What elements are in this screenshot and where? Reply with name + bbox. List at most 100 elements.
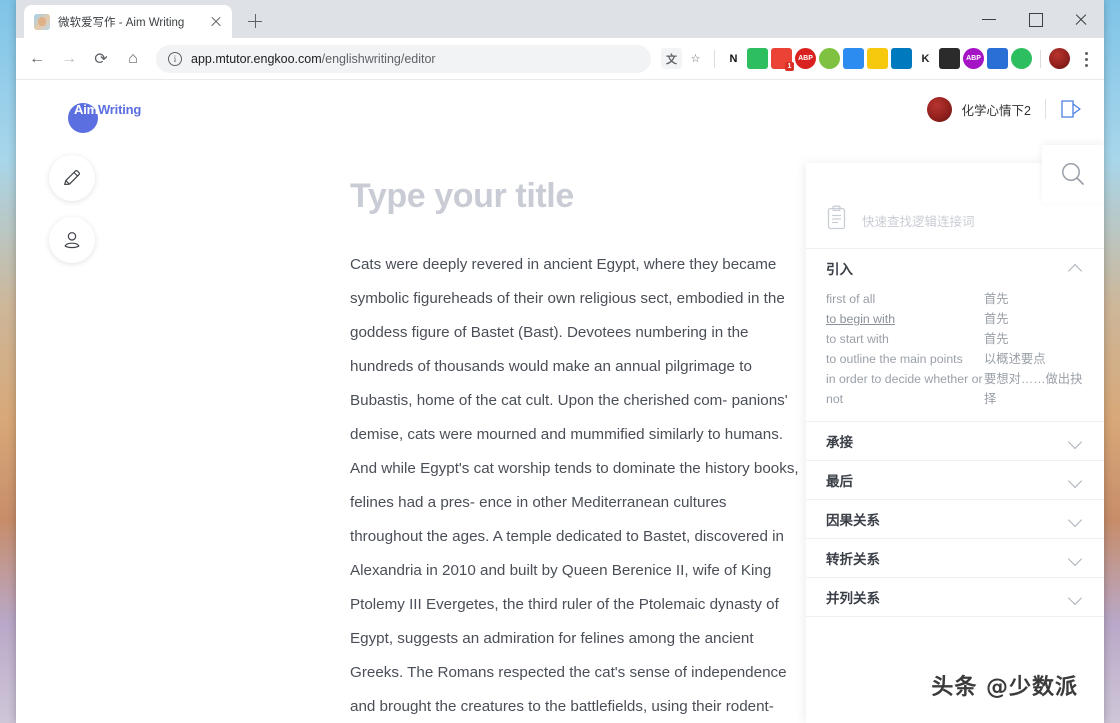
translate-icon[interactable]: 文	[661, 48, 682, 69]
browser-toolbar: ← → ⟳ ⌂ i app.mtutor.engkoo.com/englishw…	[16, 38, 1104, 80]
panel-section-title: 引入	[826, 262, 853, 277]
url-host: app.mtutor.engkoo.com	[191, 51, 322, 66]
adblock-plus-icon[interactable]: ABP	[795, 48, 816, 69]
phrase-row[interactable]: to begin with 首先	[826, 309, 1090, 329]
phrase-chinese: 首先	[984, 312, 1009, 326]
phrase-row[interactable]: to outline the main points 以概述要点	[826, 349, 1090, 369]
toolbar-divider	[714, 49, 715, 68]
panel-section: 引入 first of all 首先 to begin with 首先 to start …	[806, 249, 1104, 422]
app-header: AimWriting 化学心情下2	[16, 81, 1104, 137]
gmail-icon[interactable]: 1	[771, 48, 794, 71]
panel-section-header[interactable]: 最后	[806, 461, 1104, 499]
phrase-english[interactable]: first of all	[826, 289, 984, 309]
panel-section: 承接	[806, 422, 1104, 461]
chevron-down-icon[interactable]	[1068, 551, 1082, 565]
tab-strip: 微软爱写作 - Aim Writing	[16, 0, 1104, 38]
document-editor[interactable]: Type your title Cats were deeply revered…	[334, 137, 804, 723]
panel-section: 因果关系	[806, 500, 1104, 539]
window-minimize-button[interactable]	[966, 2, 1012, 36]
wechat-check-icon[interactable]	[1011, 48, 1032, 69]
panel-section-header[interactable]: 转折关系	[806, 539, 1104, 577]
yellow-grid-icon[interactable]	[867, 48, 888, 69]
chrome-menu-icon[interactable]	[1076, 48, 1096, 70]
browser-window: 微软爱写作 - Aim Writing ← → ⟳ ⌂ i app.mtutor…	[16, 0, 1104, 723]
phrase-english[interactable]: to begin with	[826, 309, 984, 329]
chevron-down-icon[interactable]	[1068, 590, 1082, 604]
logo-text-aim: Aim	[74, 101, 98, 117]
tab-favicon	[34, 13, 50, 30]
green-circle-icon[interactable]	[819, 48, 840, 69]
window-controls	[966, 0, 1104, 38]
phrase-row[interactable]: in order to decide whether or not 要想对……做出…	[826, 369, 1090, 409]
extension-badge: 1	[785, 62, 794, 71]
window-close-button[interactable]	[1058, 2, 1104, 36]
panel-section-body: first of all 首先 to begin with 首先 to start wi…	[806, 287, 1104, 421]
site-info-icon[interactable]: i	[168, 51, 182, 66]
pencil-icon[interactable]	[49, 155, 95, 201]
blue-doc-icon[interactable]	[987, 48, 1008, 69]
header-divider	[1045, 99, 1046, 119]
phrase-row[interactable]: first of all 首先	[826, 289, 1090, 309]
abp-purple-icon[interactable]: ABP	[963, 48, 984, 69]
back-icon[interactable]: ←	[22, 44, 52, 74]
panel-section-header[interactable]: 因果关系	[806, 500, 1104, 538]
panel-section: 并列关系	[806, 578, 1104, 617]
clipboard-icon	[826, 205, 848, 236]
logo-text: AimWriting	[72, 102, 141, 117]
address-bar[interactable]: i app.mtutor.engkoo.com/englishwriting/e…	[156, 44, 651, 73]
new-tab-button[interactable]	[244, 10, 266, 32]
logout-icon[interactable]	[1060, 100, 1082, 118]
tab-title: 微软爱写作 - Aim Writing	[58, 16, 185, 29]
panel-section-header[interactable]: 承接	[806, 422, 1104, 460]
forward-icon[interactable]: →	[54, 44, 84, 74]
toolbar-divider	[1040, 49, 1041, 68]
phrase-chinese: 以概述要点	[984, 352, 1046, 366]
panel-section: 最后	[806, 461, 1104, 500]
phrase-english[interactable]: to outline the main points	[826, 349, 984, 369]
panel-section: 转折关系	[806, 539, 1104, 578]
person-icon[interactable]	[49, 217, 95, 263]
bookmark-star-icon[interactable]: ☆	[685, 48, 706, 69]
evernote-icon[interactable]	[747, 48, 768, 69]
k-letter-icon[interactable]: K	[915, 48, 936, 69]
user-area: 化学心情下2	[926, 96, 1082, 122]
phrase-row[interactable]: to start with 首先	[826, 329, 1090, 349]
phrase-chinese: 首先	[984, 292, 1009, 306]
notion-icon[interactable]: N	[723, 48, 744, 69]
panel-search-placeholder: 快速查找逻辑连接词	[862, 215, 975, 229]
connectors-panel: 快速查找逻辑连接词 引入 first of all 首先 to begin with 首…	[806, 145, 1104, 723]
chevron-down-icon[interactable]	[1068, 434, 1082, 448]
chevron-up-icon[interactable]	[1068, 261, 1082, 275]
search-icon[interactable]	[1042, 145, 1104, 203]
tab-close-icon[interactable]	[208, 14, 224, 30]
phrase-english[interactable]: in order to decide whether or not	[826, 369, 984, 409]
window-maximize-button[interactable]	[1012, 2, 1058, 36]
document-title-placeholder[interactable]: Type your title	[350, 177, 804, 216]
document-body-text[interactable]: Cats were deeply revered in ancient Egyp…	[350, 248, 802, 723]
chevron-down-icon[interactable]	[1068, 473, 1082, 487]
panel-section-title: 并列关系	[826, 591, 880, 606]
panel-section-header[interactable]: 引入	[806, 249, 1104, 287]
app-logo[interactable]: AimWriting	[68, 102, 141, 133]
panel-section-title: 承接	[826, 435, 853, 450]
watermark-text: 头条 @少数派	[931, 675, 1078, 700]
phrase-english[interactable]: to start with	[826, 329, 984, 349]
profile-avatar[interactable]	[1049, 48, 1070, 69]
user-avatar[interactable]	[926, 96, 952, 122]
panel-section-header[interactable]: 并列关系	[806, 578, 1104, 616]
phrase-chinese: 首先	[984, 332, 1009, 346]
trello-icon[interactable]	[891, 48, 912, 69]
username: 化学心情下2	[961, 103, 1031, 118]
browser-tab[interactable]: 微软爱写作 - Aim Writing	[24, 5, 232, 38]
diamond-icon[interactable]	[843, 48, 864, 69]
left-rail	[49, 155, 95, 263]
panel-section-title: 因果关系	[826, 513, 880, 528]
url-path: /englishwriting/editor	[321, 51, 436, 66]
qrcode-icon[interactable]	[939, 48, 960, 69]
chevron-down-icon[interactable]	[1068, 512, 1082, 526]
web-page: AimWriting 化学心情下2 Type your title Cats w…	[16, 81, 1104, 723]
url-text: app.mtutor.engkoo.com/englishwriting/edi…	[191, 52, 436, 66]
home-icon[interactable]: ⌂	[118, 44, 148, 74]
panel-section-title: 最后	[826, 474, 853, 489]
reload-icon[interactable]: ⟳	[86, 44, 116, 74]
